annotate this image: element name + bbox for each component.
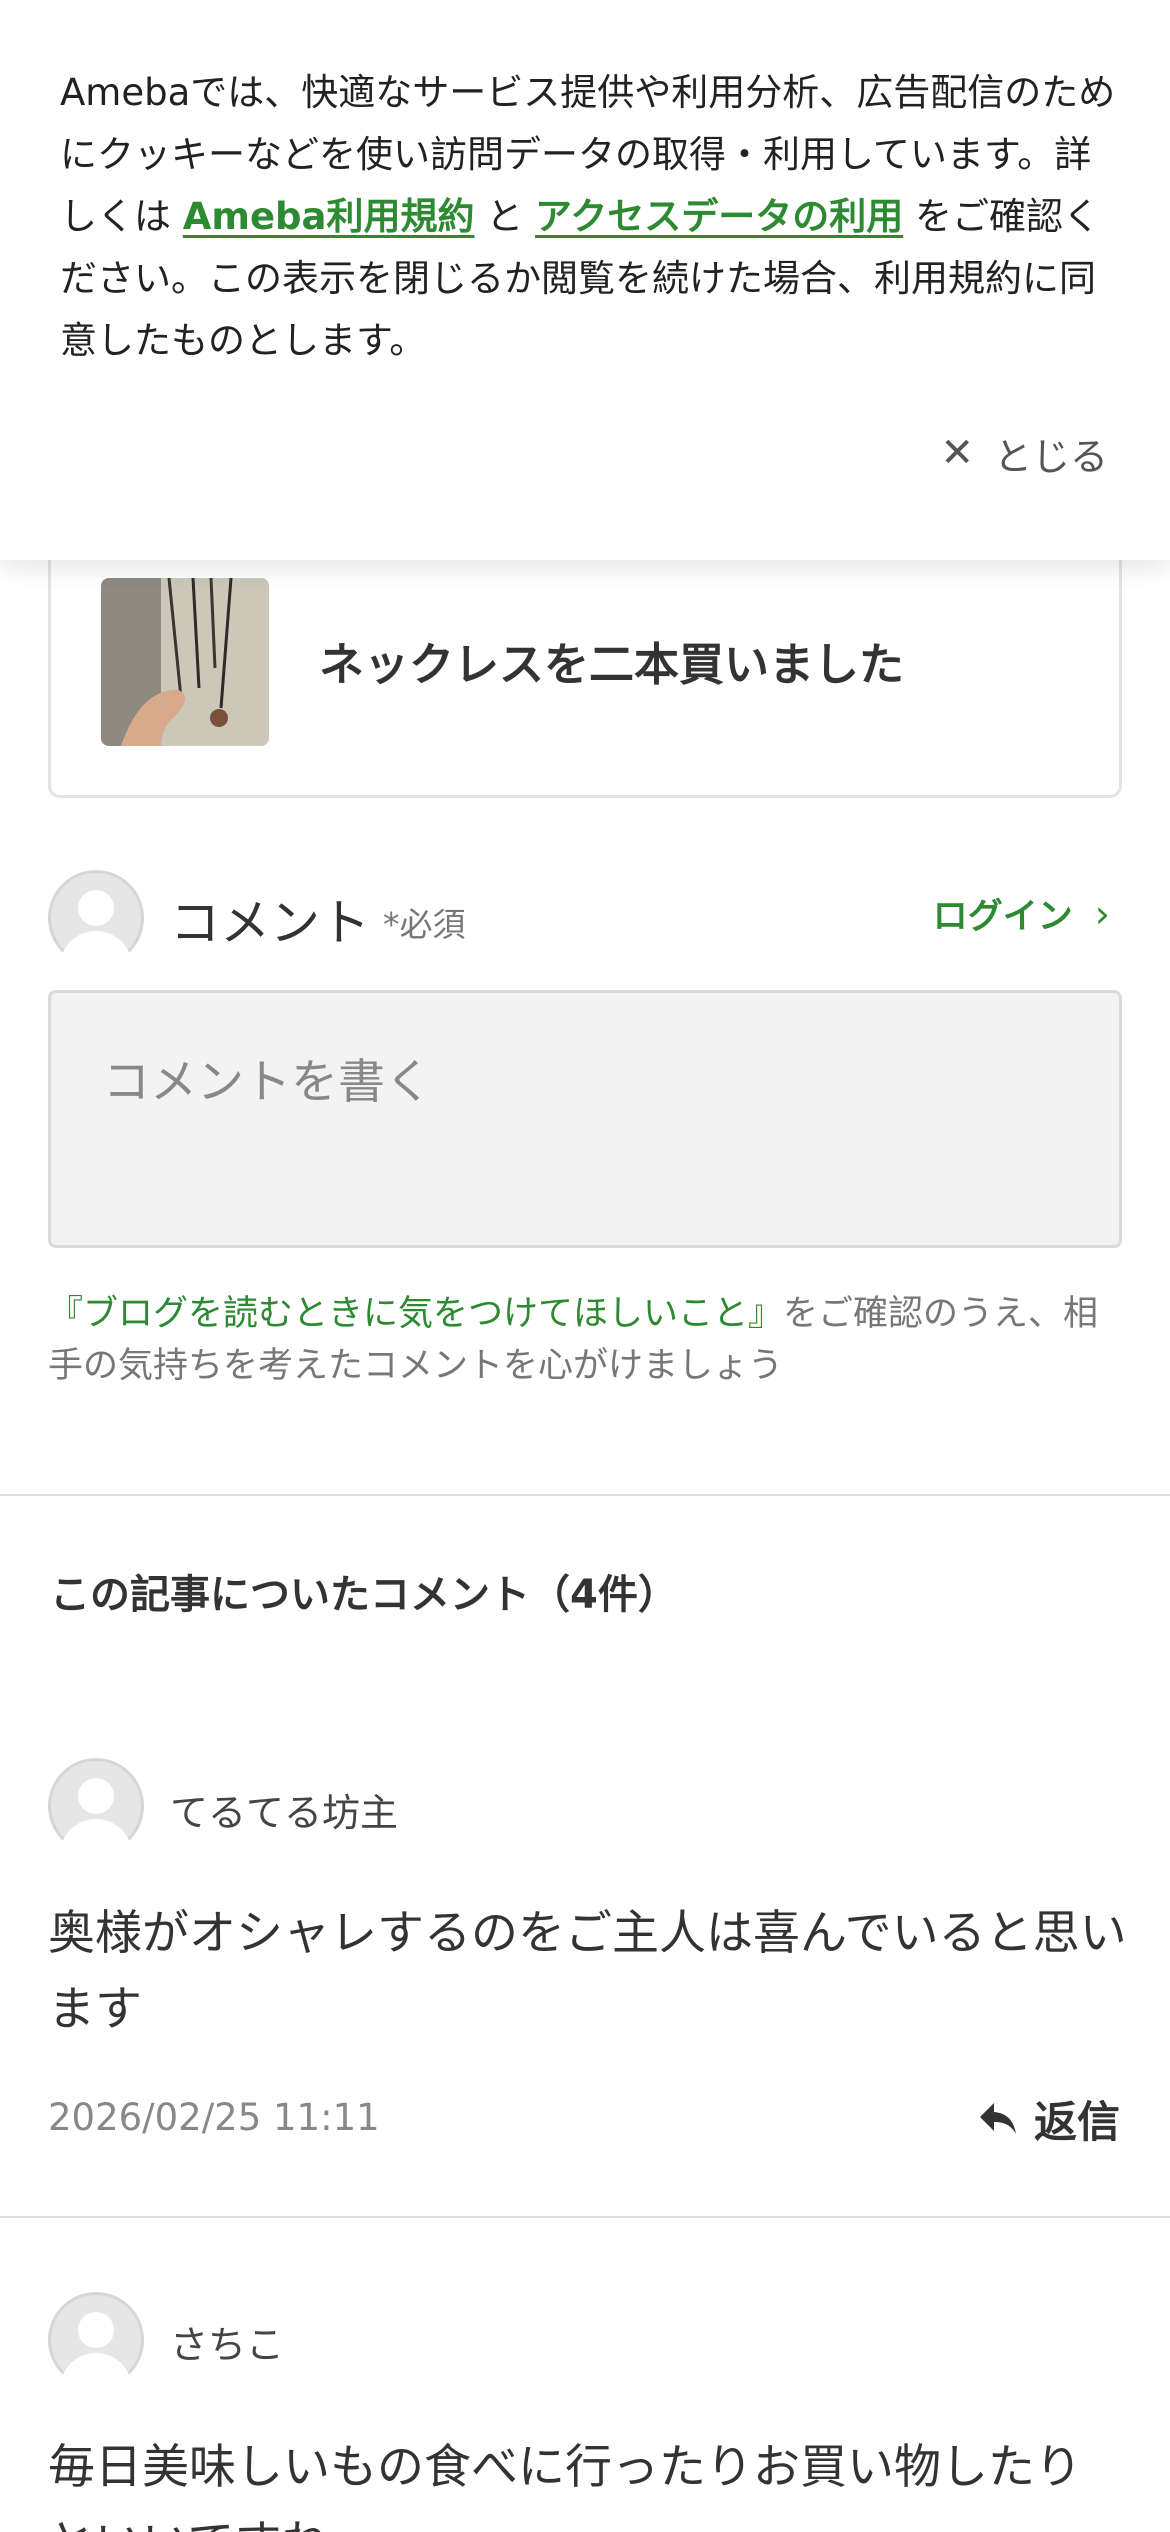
reply-button[interactable]: 返信 [978, 2088, 1120, 2150]
commenter-name[interactable]: てるてる坊主 [170, 1782, 398, 1837]
guideline-link[interactable]: 『ブログを読むときに気をつけてほしいこと』 [48, 1294, 783, 1334]
chevron-right-icon: › [1094, 891, 1110, 936]
comment-label: コメント [170, 894, 370, 952]
comment-placeholder: コメントを書く [103, 1055, 432, 1110]
commenter-avatar [48, 2292, 144, 2395]
login-link[interactable]: ログイン › [933, 888, 1110, 939]
article-title: ネックレスを二本買いました [319, 638, 905, 691]
cookie-message: Amebaでは、快適なサービス提供や利用分析、広告配信のためにクッキーなどを使い… [60, 62, 1120, 372]
close-button[interactable]: ✕ とじる [940, 425, 1108, 481]
comment-notice: 『ブログを読むときに気をつけてほしいこと』をご確認のうえ、相手の気持ちを考えたコ… [48, 1288, 1128, 1392]
commenter-name[interactable]: さちこ [170, 2314, 284, 2369]
cookie-banner: Amebaでは、快適なサービス提供や利用分析、広告配信のためにクッキーなどを使い… [0, 0, 1170, 560]
commenter-avatar [48, 1758, 144, 1861]
article-thumbnail [101, 578, 269, 746]
reply-label: 返信 [1034, 2098, 1120, 2148]
required-label: *必須 [383, 905, 466, 944]
comment-divider [0, 2216, 1170, 2218]
reply-icon [980, 2103, 1016, 2134]
cookie-text-and: と [474, 195, 536, 238]
user-avatar [48, 870, 144, 973]
terms-link[interactable]: Ameba利用規約 [183, 195, 475, 238]
comment-date: 2026/02/25 11:11 [48, 2096, 380, 2139]
page: Amebaでは、快適なサービス提供や利用分析、広告配信のためにクッキーなどを使い… [0, 0, 1170, 2532]
comment-body: 奥様がオシャレするのをご主人は喜んでいると思います [48, 1906, 1127, 2037]
comments-section-title: この記事についたコメント（4件） [50, 1572, 678, 1618]
access-data-link[interactable]: アクセスデータの利用 [535, 195, 903, 238]
comment-body: 毎日美味しいもの食べに行ったりお買い物したりといいですね [48, 2440, 1082, 2532]
login-label: ログイン [932, 897, 1073, 937]
close-icon: ✕ [940, 430, 974, 476]
section-divider [0, 1494, 1170, 1496]
related-article-card[interactable]: ネックレスを二本買いました [48, 540, 1122, 798]
comment-input[interactable]: コメントを書く [48, 990, 1122, 1248]
close-label: とじる [993, 434, 1108, 479]
